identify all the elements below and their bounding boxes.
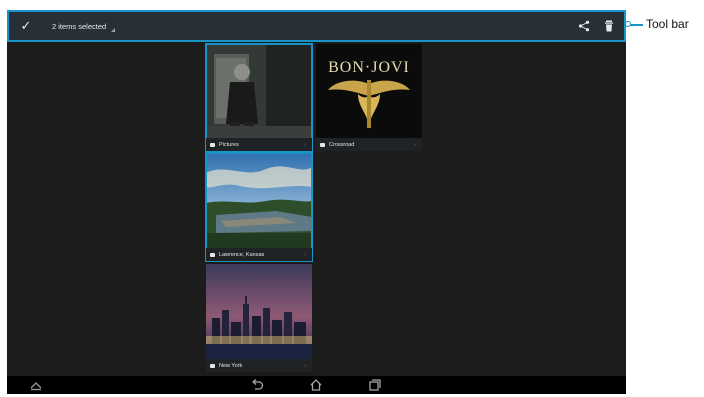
callout-marker [625, 21, 631, 27]
album-label: New York › [206, 359, 312, 372]
album-tile[interactable]: New York › [206, 264, 312, 372]
folder-icon [210, 252, 215, 257]
menu-up-icon[interactable] [29, 378, 43, 396]
selection-dropdown-caret-icon[interactable] [111, 27, 116, 32]
album-thumbnail [206, 44, 312, 138]
callout-label: Tool bar [646, 17, 689, 31]
album-label: Lawrence, Kansas › [206, 248, 312, 261]
more-icon[interactable]: › [304, 252, 306, 258]
album-thumbnail [206, 153, 312, 248]
album-thumbnail [206, 264, 312, 359]
album-name: Pictures [219, 141, 239, 148]
home-icon[interactable] [309, 378, 323, 397]
more-icon[interactable]: › [304, 363, 306, 369]
folder-icon [210, 363, 215, 368]
gallery-screen: ✓ 2 items selected Pictures › BON·JOVI C… [7, 10, 626, 394]
album-name: Lawrence, Kansas [219, 251, 265, 258]
tool-bar: ✓ 2 items selected [7, 10, 626, 42]
more-icon[interactable]: › [304, 142, 306, 148]
folder-icon [320, 142, 325, 147]
album-thumbnail: BON·JOVI [316, 44, 422, 138]
album-tile[interactable]: Pictures › [205, 43, 313, 152]
album-tile[interactable]: Lawrence, Kansas › [205, 152, 313, 262]
album-label: Pictures › [206, 138, 312, 151]
album-cover-text: BON·JOVI [328, 59, 410, 76]
album-tile[interactable]: BON·JOVI Crossroad › [316, 44, 422, 151]
album-label: Crossroad › [316, 138, 422, 151]
trash-icon[interactable] [604, 20, 614, 32]
check-icon[interactable]: ✓ [18, 18, 34, 34]
selection-count[interactable]: 2 items selected [52, 22, 106, 31]
album-name: New York [219, 362, 243, 369]
folder-icon [210, 142, 215, 147]
back-icon[interactable] [250, 378, 264, 397]
share-icon[interactable] [578, 20, 590, 32]
more-icon[interactable]: › [414, 142, 416, 148]
navigation-bar [7, 376, 626, 394]
album-name: Crossroad [329, 141, 355, 148]
recents-icon[interactable] [368, 378, 382, 397]
